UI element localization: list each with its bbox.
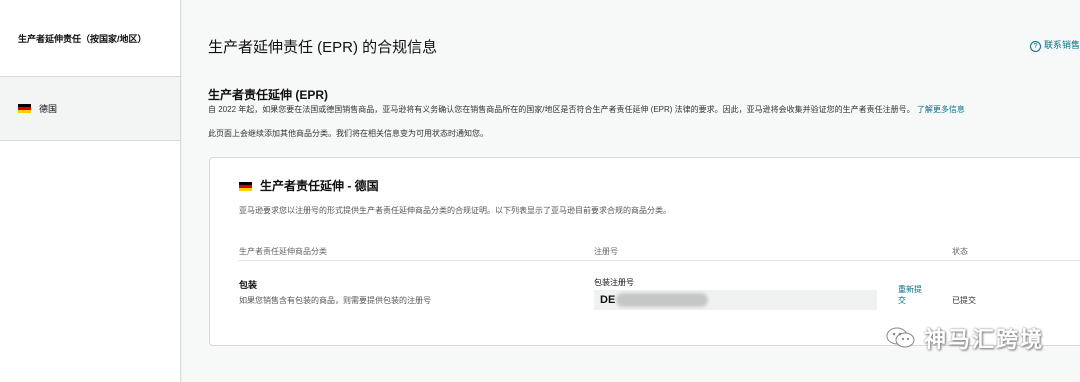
watermark-text: 神马汇跨境	[923, 327, 1044, 352]
sidebar: 生产者延伸责任（按国家/地区） 德国	[0, 0, 181, 382]
card-description: 亚马逊要求您以注册号的形式提供生产者责任延伸商品分类的合规证明。以下列表显示了亚…	[239, 206, 671, 215]
contact-sales-label: 联系销售	[1043, 40, 1080, 50]
category-name: 包装	[239, 280, 258, 290]
germany-flag-icon	[18, 104, 31, 113]
column-header-status: 状态	[952, 247, 968, 256]
learn-more-link[interactable]: 了解更多信息	[917, 105, 965, 114]
page-title: 生产者延伸责任 (EPR) 的合规信息	[208, 39, 438, 56]
registration-label: 包装注册号	[594, 278, 634, 287]
table-divider	[238, 260, 1080, 261]
category-description: 如果您销售含有包装的商品，则需要提供包装的注册号	[239, 296, 431, 305]
section-note: 此页面上会继续添加其他商品分类。我们将在相关信息变为可用状态时通知您。	[208, 129, 488, 138]
resubmit-link[interactable]: 重新提交	[898, 284, 928, 306]
registration-number-field: DE	[594, 290, 877, 310]
help-icon: ?	[1029, 41, 1041, 52]
column-header-registration: 注册号	[594, 247, 618, 256]
card-title-text: 生产者责任延伸 - 德国	[260, 179, 379, 193]
wechat-icon	[886, 327, 915, 348]
section-title: 生产者责任延伸 (EPR)	[208, 88, 329, 102]
status-text: 已提交	[952, 296, 976, 305]
watermark: 神马汇跨境	[886, 322, 1044, 354]
description-text: 自 2022 年起，如果您要在法国或德国销售商品，亚马逊将有义务确认您在销售商品…	[208, 105, 915, 114]
column-header-category: 生产者责任延伸商品分类	[239, 247, 327, 256]
sidebar-item-label: 德国	[39, 104, 58, 114]
sidebar-header: 生产者延伸责任（按国家/地区）	[0, 0, 180, 77]
contact-sales-link[interactable]: ? 联系销售	[1029, 38, 1080, 52]
germany-flag-icon	[239, 182, 252, 192]
card-title: 生产者责任延伸 - 德国	[239, 177, 379, 194]
germany-epr-card: 生产者责任延伸 - 德国 亚马逊要求您以注册号的形式提供生产者责任延伸商品分类的…	[209, 157, 1080, 346]
registration-number: DE	[600, 294, 616, 306]
section-description: 自 2022 年起，如果您要在法国或德国销售商品，亚马逊将有义务确认您在销售商品…	[208, 104, 965, 115]
sidebar-item-germany[interactable]: 德国	[0, 77, 180, 141]
redaction-blur	[616, 293, 708, 307]
